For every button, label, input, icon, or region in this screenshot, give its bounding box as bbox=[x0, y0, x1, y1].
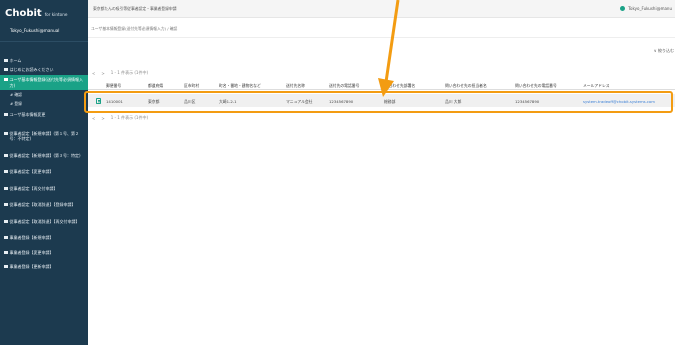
sidebar-menu: ホーム はじめにお読みください ユーザ基本情報登録(送付先等必須情報入力) # … bbox=[0, 56, 88, 270]
sidebar-user[interactable]: Tokyo_Fukushi@manual bbox=[0, 28, 88, 37]
sidebar-item-user-register[interactable]: ユーザ基本情報登録(送付先等必須情報入力) bbox=[0, 75, 88, 90]
logo-main: Chobit bbox=[5, 8, 42, 19]
cell-city: 品川区 bbox=[184, 98, 196, 104]
cell-name: マニュアル会社 bbox=[286, 98, 313, 104]
breadcrumb[interactable]: ユーザ基本情報登録(送付先等必須情報入力) / 確認 bbox=[91, 26, 177, 32]
sidebar-item-worker-new-3[interactable]: 従事者認定【新規申請】(第３号：特定) bbox=[0, 153, 88, 159]
th-city[interactable]: 区市町村 bbox=[184, 83, 199, 89]
th-name[interactable]: 送付先名称 bbox=[286, 83, 305, 89]
table-row[interactable]: 1410001 東京都 品川区 大崎1-2-1 マニュアル会社 12345678… bbox=[88, 94, 675, 107]
sidebar-subitem-register[interactable]: # 登録 bbox=[0, 99, 88, 108]
sidebar-item-home[interactable]: ホーム bbox=[0, 56, 88, 65]
filter-button[interactable]: ∨ 絞り込む bbox=[654, 48, 674, 54]
sidebar-subitem-confirm[interactable]: # 確認 bbox=[0, 90, 88, 99]
sidebar-item-label: 従事者認定【新規申請】(第１号、第２号：不特定) bbox=[9, 130, 80, 142]
folder-icon bbox=[4, 236, 8, 240]
sidebar-item-label: 事業者登録【更新申請】 bbox=[9, 264, 54, 269]
th-dept[interactable]: 問い合わせ先部署名 bbox=[381, 83, 415, 89]
folder-icon bbox=[4, 78, 8, 82]
sidebar-item-worker-cancel-register[interactable]: 従事者認定【取消辞退】【登録申請】 bbox=[0, 202, 88, 208]
cell-contact-tel: 1234567890 bbox=[515, 98, 540, 104]
logo-sub: for kintone bbox=[44, 12, 68, 17]
folder-icon bbox=[4, 203, 8, 207]
sidebar-item-worker-change[interactable]: 従事者認定【変更申請】 bbox=[0, 169, 88, 175]
app-title: 東京都たんの吸引等従事者認定・事業者登録申請 bbox=[93, 6, 177, 11]
folder-icon bbox=[4, 250, 8, 254]
table-header: 郵便番号 都道府県 区市町村 町名・番地・建物名など 送付先名称 送付先の電話番… bbox=[88, 80, 675, 90]
user-menu[interactable]: Tokyo_Fukushi@manu bbox=[620, 6, 672, 11]
sidebar-item-business-renew[interactable]: 事業者登録【更新申請】 bbox=[0, 264, 88, 270]
folder-icon bbox=[4, 170, 8, 174]
sidebar-item-business-new[interactable]: 事業者登録【新規申請】 bbox=[0, 235, 88, 241]
sidebar-item-label: 従事者認定【取消辞退】【登録申請】 bbox=[9, 202, 76, 207]
pager-prev-button[interactable]: < bbox=[92, 71, 95, 76]
sidebar-item-label: 事業者登録【変更申請】 bbox=[9, 249, 54, 255]
cell-address: 大崎1-2-1 bbox=[219, 98, 237, 104]
sidebar-item-worker-new-1-2[interactable]: 従事者認定【新規申請】(第１号、第２号：不特定) bbox=[0, 131, 88, 142]
th-address[interactable]: 町名・番地・建物名など bbox=[219, 83, 261, 89]
sidebar: Chobit for kintone Tokyo_Fukushi@manual … bbox=[0, 0, 88, 345]
th-tel[interactable]: 送付先の電話番号 bbox=[329, 83, 359, 89]
cell-email[interactable]: system.tradeoff@chobit-systems.com bbox=[583, 99, 655, 104]
folder-icon bbox=[4, 219, 8, 223]
folder-icon bbox=[4, 265, 8, 269]
pager-count: 1 - 1 件表示 (1件中) bbox=[110, 115, 149, 120]
folder-icon bbox=[4, 186, 8, 190]
folder-icon bbox=[4, 113, 8, 117]
top-bar: 東京都たんの吸引等従事者認定・事業者登録申請 Tokyo_Fukushi@man… bbox=[88, 0, 675, 18]
breadcrumb-bar: ユーザ基本情報登録(送付先等必須情報入力) / 確認 bbox=[88, 18, 675, 38]
sidebar-item-label: 従事者認定【取消辞退】【再交付申請】 bbox=[9, 218, 80, 224]
folder-icon bbox=[4, 131, 8, 135]
sidebar-item-worker-reissue[interactable]: 従事者認定【再交付申請】 bbox=[0, 186, 88, 192]
sidebar-item-label: はじめにお読みください bbox=[9, 67, 54, 72]
sidebar-item-label: 従事者認定【変更申請】 bbox=[9, 169, 54, 174]
sidebar-item-readme[interactable]: はじめにお読みください bbox=[0, 65, 88, 74]
th-person[interactable]: 問い合わせ先の担当者名 bbox=[445, 83, 487, 89]
user-icon bbox=[620, 6, 626, 11]
sidebar-item-label: ユーザ基本情報登録(送付先等必須情報入力) bbox=[9, 77, 83, 88]
cell-dept: 総務部 bbox=[384, 98, 396, 104]
th-email[interactable]: メールアドレス bbox=[583, 83, 610, 89]
pager-prev-button[interactable]: < bbox=[92, 116, 95, 121]
cell-person: 品川 大郎 bbox=[445, 98, 462, 104]
pager-count: 1 - 1 件表示 (1件中) bbox=[110, 70, 149, 75]
sidebar-item-label: ユーザ基本情報変更 bbox=[9, 112, 46, 117]
sidebar-item-label: 従事者認定【再交付申請】 bbox=[9, 185, 58, 191]
th-postal[interactable]: 郵便番号 bbox=[106, 83, 121, 89]
pager-top: < > 1 - 1 件表示 (1件中) bbox=[92, 70, 148, 76]
folder-icon bbox=[4, 153, 8, 157]
pager-bottom: < > 1 - 1 件表示 (1件中) bbox=[92, 115, 148, 121]
sidebar-divider bbox=[0, 41, 88, 42]
sidebar-item-label: ホーム bbox=[9, 58, 22, 63]
pager-next-button[interactable]: > bbox=[101, 71, 104, 76]
home-icon bbox=[4, 59, 8, 62]
app-logo[interactable]: Chobit for kintone bbox=[5, 8, 67, 20]
cell-postal: 1410001 bbox=[106, 98, 123, 104]
cell-tel: 1234567890 bbox=[329, 98, 354, 104]
sidebar-item-label: 事業者登録【新規申請】 bbox=[9, 235, 54, 240]
record-detail-icon[interactable] bbox=[96, 97, 101, 104]
th-contact-tel[interactable]: 問い合わせ先の電話番号 bbox=[515, 83, 557, 89]
sidebar-item-user-change[interactable]: ユーザ基本情報変更 bbox=[0, 112, 88, 118]
sidebar-item-business-change[interactable]: 事業者登録【変更申請】 bbox=[0, 250, 88, 256]
folder-icon bbox=[4, 68, 8, 71]
sidebar-item-label: 従事者認定【新規申請】(第３号：特定) bbox=[9, 152, 81, 158]
user-name: Tokyo_Fukushi@manu bbox=[628, 6, 672, 11]
pager-next-button[interactable]: > bbox=[101, 116, 104, 121]
sidebar-item-worker-cancel-reissue[interactable]: 従事者認定【取消辞退】【再交付申請】 bbox=[0, 219, 88, 225]
th-pref[interactable]: 都道府県 bbox=[148, 83, 163, 89]
cell-pref: 東京都 bbox=[148, 98, 160, 104]
